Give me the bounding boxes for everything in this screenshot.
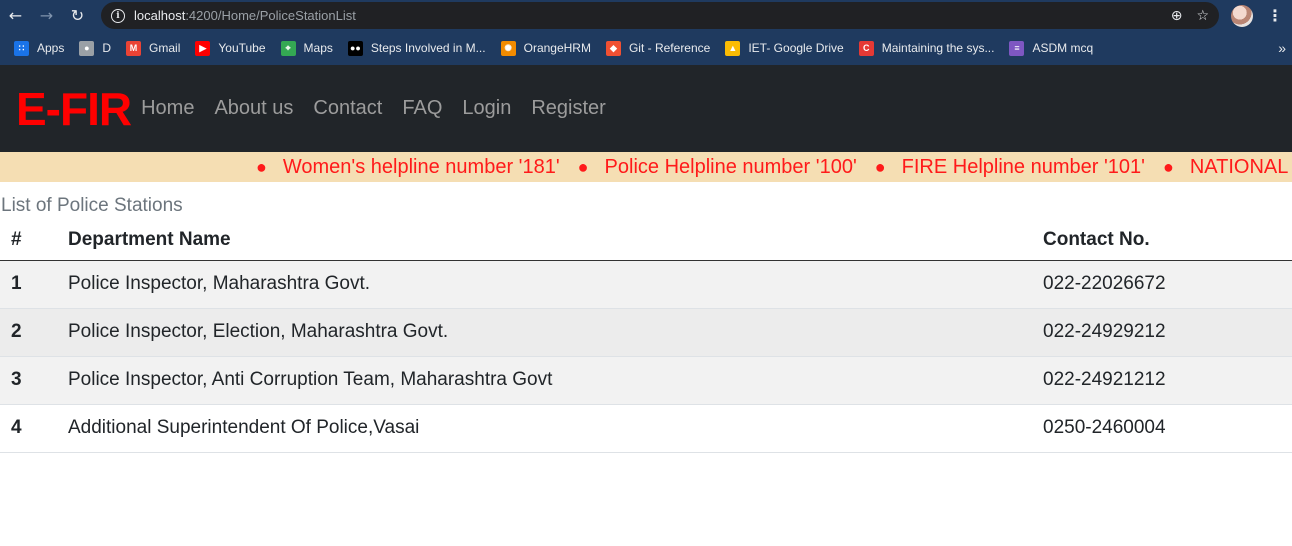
bookmark-label: Gmail bbox=[149, 41, 181, 55]
globe-icon: ● bbox=[79, 40, 95, 56]
contact-number: 022-22026672 bbox=[1043, 260, 1292, 309]
forward-icon[interactable]: → bbox=[31, 0, 62, 31]
nav-about-us[interactable]: About us bbox=[214, 97, 293, 120]
medium-icon: ●● bbox=[347, 40, 363, 56]
gmail-icon: M bbox=[126, 40, 142, 56]
bookmark-label: IET- Google Drive bbox=[748, 41, 844, 55]
bookmark-label: OrangeHRM bbox=[523, 41, 591, 55]
bookmark-label: Apps bbox=[37, 41, 65, 55]
row-number: 1 bbox=[0, 260, 68, 309]
page-title: List of Police Stations bbox=[1, 195, 183, 216]
bullet-icon: ● bbox=[256, 156, 267, 177]
youtube-icon: ▶ bbox=[195, 40, 211, 56]
bookmark-label: ASDM mcq bbox=[1032, 41, 1094, 55]
bookmark-label: D bbox=[102, 41, 112, 55]
department-name: Police Inspector, Election, Maharashtra … bbox=[68, 308, 1043, 357]
git-icon: ◆ bbox=[605, 40, 621, 56]
bookmark-label: Maintaining the sys... bbox=[881, 41, 995, 55]
bookmark-item[interactable]: ●● Steps Involved in M... bbox=[347, 40, 486, 56]
reload-icon[interactable]: ↻ bbox=[62, 0, 93, 31]
bookmark-label: Maps bbox=[303, 41, 333, 55]
table-row: 1 Police Inspector, Maharashtra Govt. 02… bbox=[0, 260, 1292, 309]
bullet-icon: ● bbox=[874, 156, 886, 177]
brand-logo[interactable]: E-FIR bbox=[16, 82, 132, 136]
bookmark-label: YouTube bbox=[218, 41, 266, 55]
column-header-number: # bbox=[0, 225, 68, 261]
bookmarks-bar: ∷ Apps ● D M Gmail ▶ YouTube ⌖ Maps ●● Steps Involv… bbox=[0, 31, 1292, 65]
column-header-department: Department Name bbox=[68, 225, 1043, 261]
app-navbar: E-FIR Home About us Contact FAQ Login Re… bbox=[0, 65, 1292, 152]
main-menu: Home About us Contact FAQ Login Register bbox=[141, 97, 626, 120]
ticker-item: Women's helpline number '181' bbox=[282, 155, 560, 178]
contact-number: 0250-2460004 bbox=[1043, 404, 1292, 453]
browser-toolbar: ← → ↻ i localhost:4200/Home/PoliceStatio… bbox=[0, 0, 1292, 31]
table-row: 2 Police Inspector, Election, Maharashtr… bbox=[0, 308, 1292, 357]
bookmark-item[interactable]: ● D bbox=[79, 40, 112, 56]
nav-faq[interactable]: FAQ bbox=[402, 97, 442, 120]
nav-contact[interactable]: Contact bbox=[313, 97, 382, 120]
column-header-contact: Contact No. bbox=[1043, 225, 1292, 261]
c-icon: C bbox=[858, 40, 874, 56]
ticker-item: FIRE Helpline number '101' bbox=[901, 155, 1145, 178]
row-number: 2 bbox=[0, 308, 68, 357]
browser-menu-icon[interactable]: ⋮ bbox=[1267, 6, 1283, 25]
zoom-icon[interactable]: ⊕ bbox=[1171, 8, 1183, 24]
helpline-ticker: ● Women's helpline number '181' ● Police… bbox=[0, 152, 1292, 182]
address-bar[interactable]: i localhost:4200/Home/PoliceStationList … bbox=[101, 2, 1219, 29]
ticker-item: Police Helpline number '100' bbox=[604, 155, 857, 178]
nav-home[interactable]: Home bbox=[141, 97, 194, 120]
maps-icon: ⌖ bbox=[280, 40, 296, 56]
apps-grid-icon: ∷ bbox=[14, 40, 29, 56]
bookmark-item[interactable]: ◆ Git - Reference bbox=[605, 40, 711, 56]
back-icon[interactable]: ← bbox=[0, 0, 31, 31]
table-header-row: # Department Name Contact No. bbox=[0, 225, 1292, 261]
contact-number: 022-24921212 bbox=[1043, 356, 1292, 405]
nav-login[interactable]: Login bbox=[462, 97, 511, 120]
department-name: Police Inspector, Maharashtra Govt. bbox=[68, 260, 1043, 309]
department-name: Additional Superintendent Of Police,Vasa… bbox=[68, 404, 1043, 453]
bullet-icon: ● bbox=[1162, 156, 1174, 177]
url-text: localhost:4200/Home/PoliceStationList bbox=[134, 8, 356, 23]
bookmark-item[interactable]: ≡ ASDM mcq bbox=[1009, 40, 1094, 56]
bookmark-label: Steps Involved in M... bbox=[370, 41, 486, 55]
profile-avatar[interactable] bbox=[1231, 4, 1253, 27]
bookmark-item[interactable]: ▶ YouTube bbox=[195, 40, 266, 56]
nav-register[interactable]: Register bbox=[531, 97, 605, 120]
bullet-icon: ● bbox=[577, 156, 589, 177]
orangehrm-icon: ✺ bbox=[500, 40, 516, 56]
bookmark-item[interactable]: C Maintaining the sys... bbox=[858, 40, 995, 56]
bookmark-label: Git - Reference bbox=[628, 41, 711, 55]
bookmark-item[interactable]: ∷ Apps bbox=[14, 40, 65, 56]
row-number: 4 bbox=[0, 404, 68, 453]
google-drive-icon: ▲ bbox=[725, 40, 741, 56]
forms-icon: ≡ bbox=[1009, 40, 1025, 56]
contact-number: 022-24929212 bbox=[1043, 308, 1292, 357]
site-info-icon[interactable]: i bbox=[111, 8, 125, 23]
ticker-item: NATIONAL EM bbox=[1189, 155, 1292, 178]
police-stations-table: # Department Name Contact No. 1 Police I… bbox=[0, 225, 1292, 453]
row-number: 3 bbox=[0, 356, 68, 405]
department-name: Police Inspector, Anti Corruption Team, … bbox=[68, 356, 1043, 405]
table-row: 3 Police Inspector, Anti Corruption Team… bbox=[0, 356, 1292, 405]
table-row: 4 Additional Superintendent Of Police,Va… bbox=[0, 404, 1292, 453]
bookmark-item[interactable]: ▲ IET- Google Drive bbox=[725, 40, 844, 56]
bookmarks-overflow-icon[interactable]: » bbox=[1278, 40, 1286, 56]
bookmark-star-icon[interactable]: ☆ bbox=[1196, 8, 1209, 24]
bookmark-item[interactable]: ⌖ Maps bbox=[280, 40, 333, 56]
bookmark-item[interactable]: M Gmail bbox=[126, 40, 181, 56]
bookmark-item[interactable]: ✺ OrangeHRM bbox=[500, 40, 591, 56]
